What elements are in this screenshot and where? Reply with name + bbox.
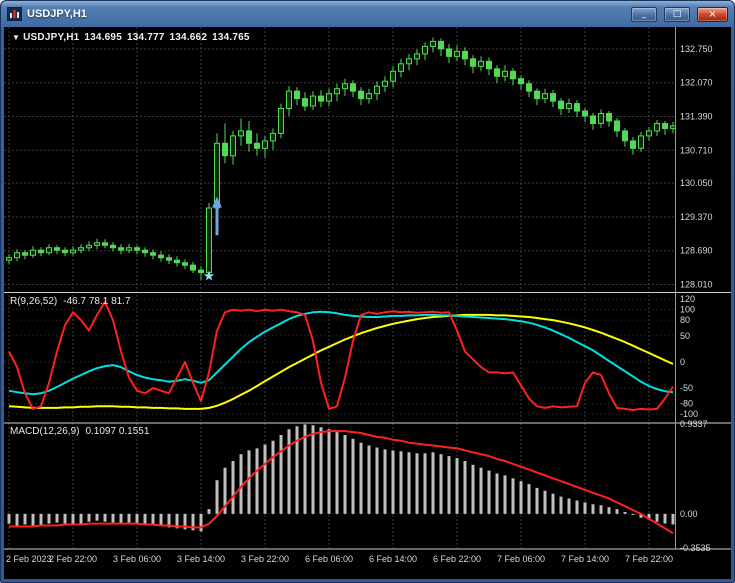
svg-text:129.370: 129.370 <box>680 212 713 222</box>
close-button[interactable]: × <box>697 7 728 22</box>
svg-text:6 Feb 14:00: 6 Feb 14:00 <box>369 554 417 564</box>
svg-text:3 Feb 06:00: 3 Feb 06:00 <box>113 554 161 564</box>
svg-text:130.710: 130.710 <box>680 145 713 155</box>
svg-text:-100: -100 <box>680 409 698 419</box>
svg-text:0.9337: 0.9337 <box>680 419 708 429</box>
svg-text:80: 80 <box>680 315 690 325</box>
svg-text:131.390: 131.390 <box>680 111 713 121</box>
svg-text:120: 120 <box>680 294 695 304</box>
chart-client-area[interactable]: 132.750 132.070 131.390 130.710 130.050 129.3… <box>4 27 731 579</box>
svg-text:3 Feb 14:00: 3 Feb 14:00 <box>177 554 225 564</box>
svg-text:130.050: 130.050 <box>680 178 713 188</box>
svg-text:-0.3535: -0.3535 <box>680 543 711 553</box>
svg-text:50: 50 <box>680 331 690 341</box>
svg-text:7 Feb 14:00: 7 Feb 14:00 <box>561 554 609 564</box>
window-title: USDJPY,H1 <box>27 8 87 20</box>
svg-text:100: 100 <box>680 305 695 315</box>
svg-text:6 Feb 06:00: 6 Feb 06:00 <box>305 554 353 564</box>
svg-text:132.070: 132.070 <box>680 78 713 88</box>
window-titlebar[interactable]: USDJPY,H1 _ □ × <box>4 1 731 27</box>
minimize-button[interactable]: _ <box>631 7 657 22</box>
svg-text:0.00: 0.00 <box>680 509 698 519</box>
svg-text:0: 0 <box>680 357 685 367</box>
svg-text:2 Feb 22:00: 2 Feb 22:00 <box>49 554 97 564</box>
svg-text:2 Feb 2023: 2 Feb 2023 <box>6 554 52 564</box>
chart-app-icon <box>7 7 22 21</box>
price-chart-canvas[interactable]: 132.750 132.070 131.390 130.710 130.050 129.3… <box>4 27 731 579</box>
svg-text:-80: -80 <box>680 399 693 409</box>
maximize-button[interactable]: □ <box>664 7 690 22</box>
svg-text:6 Feb 22:00: 6 Feb 22:00 <box>433 554 481 564</box>
svg-text:7 Feb 06:00: 7 Feb 06:00 <box>497 554 545 564</box>
svg-text:132.750: 132.750 <box>680 44 713 54</box>
svg-text:7 Feb 22:00: 7 Feb 22:00 <box>625 554 673 564</box>
svg-text:128.010: 128.010 <box>680 280 713 290</box>
svg-text:128.690: 128.690 <box>680 246 713 256</box>
svg-text:3 Feb 22:00: 3 Feb 22:00 <box>241 554 289 564</box>
app-window: USDJPY,H1 _ □ × 132.750 132.070 131.390 130… <box>0 0 735 583</box>
svg-text:-50: -50 <box>680 383 693 393</box>
